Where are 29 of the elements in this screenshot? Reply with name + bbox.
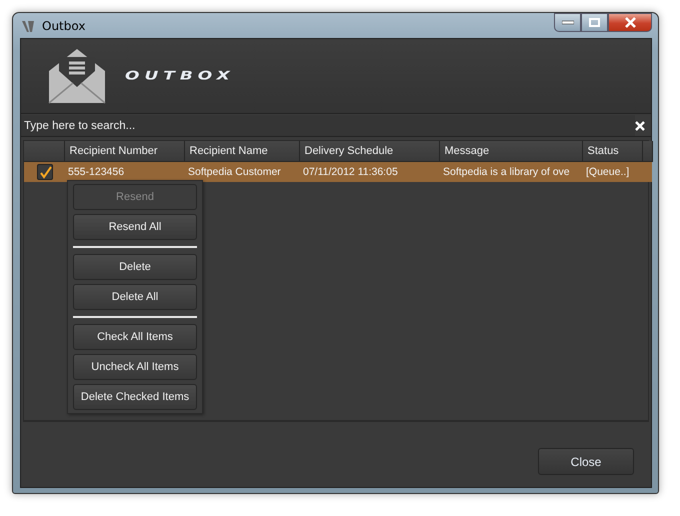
close-button[interactable]: Close: [538, 448, 634, 475]
envelope-icon: [47, 47, 107, 105]
table-cell: Softpedia Customer: [184, 162, 299, 182]
column-header[interactable]: Delivery Schedule: [299, 141, 439, 162]
menu-button[interactable]: Uncheck All Items: [73, 354, 197, 380]
column-header[interactable]: Status: [582, 141, 642, 162]
menu-button[interactable]: Delete All: [73, 284, 197, 310]
table-cell: 555-123456: [64, 162, 184, 182]
menu-button[interactable]: Delete: [73, 254, 197, 280]
close-icon: [624, 17, 636, 28]
menu-button[interactable]: Resend All: [73, 214, 197, 240]
logo-text: OUTBOX: [125, 69, 235, 83]
maximize-icon: [589, 18, 600, 27]
menu-button[interactable]: Check All Items: [73, 324, 197, 350]
table-cell: Softpedia is a library of ove: [439, 162, 582, 182]
close-icon[interactable]: [635, 120, 645, 130]
search-field[interactable]: Type here to search...: [21, 115, 635, 136]
table-cell: [Queue..]: [582, 162, 642, 182]
checkbox[interactable]: [37, 164, 53, 180]
close-button[interactable]: [608, 13, 652, 32]
minimize-button[interactable]: [554, 13, 581, 32]
minimize-icon: [562, 20, 574, 25]
table-cell: 07/11/2012 11:36:05: [299, 162, 439, 182]
column-header[interactable]: Message: [439, 141, 582, 162]
menu-button[interactable]: Delete Checked Items: [73, 384, 197, 410]
window-title: Outbox: [42, 18, 86, 32]
column-header[interactable]: Recipient Name: [184, 141, 299, 162]
maximize-button[interactable]: [581, 13, 608, 32]
column-header[interactable]: Recipient Number: [64, 141, 184, 162]
